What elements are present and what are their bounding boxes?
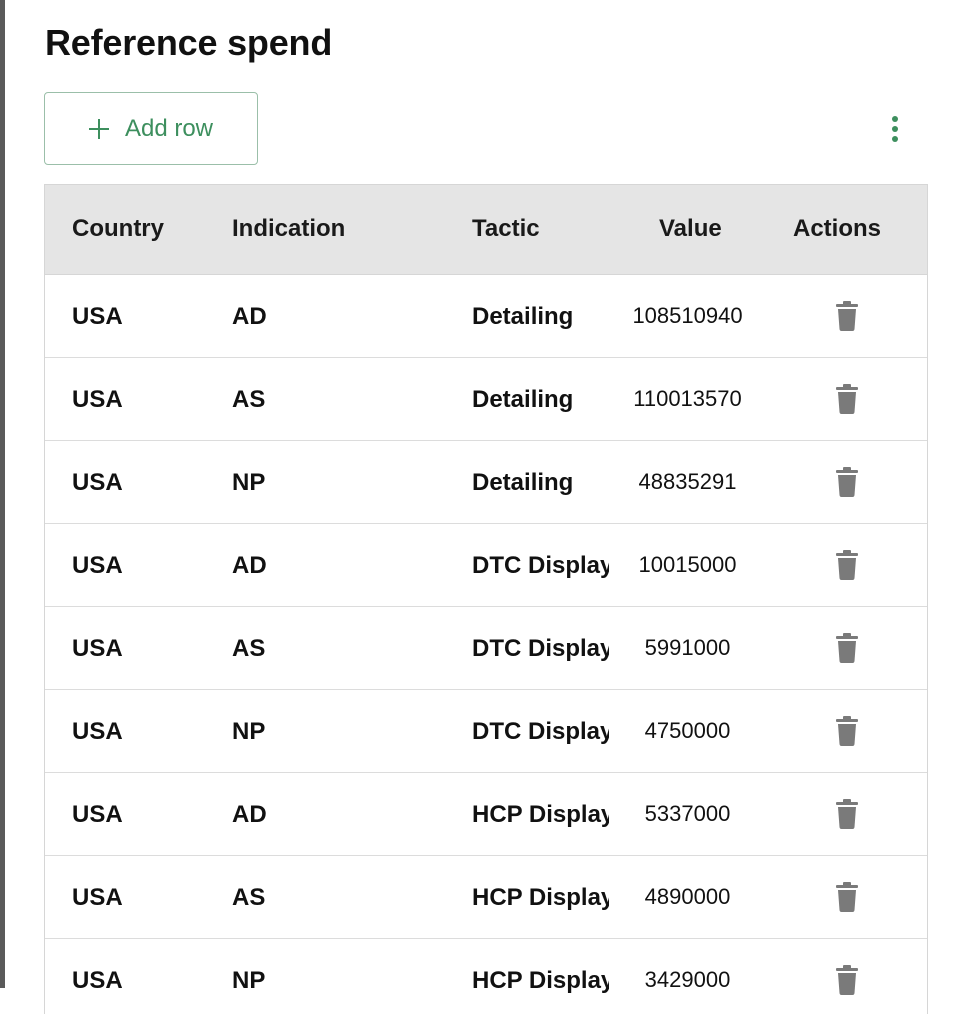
more-vertical-icon[interactable] [880,112,910,146]
cell-tactic: DTC Display [472,718,609,745]
header-tactic[interactable]: Tactic [472,215,540,243]
reference-spend-table: Country Indication Tactic Value Actions … [44,184,928,1014]
table-body: USA AD Detailing 108510940 USA AS Detailing 110… [45,275,927,1014]
trash-icon[interactable] [836,301,858,331]
cell-value: 5991000 [644,635,731,660]
cell-tactic: Detailing [472,386,574,413]
cell-value: 5337000 [644,801,731,826]
cell-tactic: DTC Display [472,552,609,579]
cell-country: USA [72,718,123,745]
cell-indication: AS [232,386,266,413]
cell-tactic: HCP Display [472,801,609,828]
window-left-edge [0,0,5,988]
cell-indication: NP [232,469,266,496]
cell-country: USA [72,635,123,662]
cell-tactic: DTC Display [472,635,609,662]
cell-value: 4890000 [644,884,731,909]
table-row: USA AS Detailing 110013570 [45,358,927,441]
cell-country: USA [72,967,123,994]
cell-country: USA [72,303,123,330]
cell-country: USA [72,386,123,413]
add-row-label: Add row [124,114,214,142]
table-row: USA AS DTC Display 5991000 [45,607,927,690]
cell-indication: NP [232,718,266,745]
cell-country: USA [72,469,123,496]
page-title: Reference spend [45,22,333,63]
table-row: USA AS HCP Display 4890000 [45,856,927,939]
cell-indication: NP [232,967,266,994]
trash-icon[interactable] [836,633,858,663]
cell-value: 10015000 [638,552,737,577]
table-row: USA AD HCP Display 5337000 [45,773,927,856]
cell-indication: AD [232,801,267,828]
header-country[interactable]: Country [72,215,164,243]
header-actions: Actions [793,215,882,242]
cell-country: USA [72,552,123,579]
trash-icon[interactable] [836,550,858,580]
cell-tactic: HCP Display [472,884,609,911]
table-row: USA NP HCP Display 3429000 [45,939,927,1014]
plus-icon [88,118,109,139]
table-header: Country Indication Tactic Value Actions [45,185,927,275]
trash-icon[interactable] [836,799,858,829]
cell-country: USA [72,884,123,911]
header-indication[interactable]: Indication [232,215,345,243]
table-row: USA NP DTC Display 4750000 [45,690,927,773]
cell-value: 108510940 [632,303,743,328]
add-row-button[interactable]: Add row [44,92,258,165]
trash-icon[interactable] [836,965,858,995]
cell-tactic: HCP Display [472,967,609,994]
table-row: USA AD DTC Display 10015000 [45,524,927,607]
cell-value: 3429000 [644,967,731,992]
cell-value: 110013570 [633,386,742,411]
cell-country: USA [72,801,123,828]
trash-icon[interactable] [836,716,858,746]
header-value[interactable]: Value [659,215,722,243]
trash-icon[interactable] [836,467,858,497]
cell-indication: AS [232,635,266,662]
table-row: USA NP Detailing 48835291 [45,441,927,524]
trash-icon[interactable] [836,882,858,912]
cell-indication: AS [232,884,266,911]
cell-indication: AD [232,552,267,579]
cell-tactic: Detailing [472,469,574,496]
cell-value: 4750000 [644,718,731,743]
cell-tactic: Detailing [472,303,574,330]
cell-value: 48835291 [638,469,737,494]
trash-icon[interactable] [836,384,858,414]
table-row: USA AD Detailing 108510940 [45,275,927,358]
cell-indication: AD [232,303,267,330]
